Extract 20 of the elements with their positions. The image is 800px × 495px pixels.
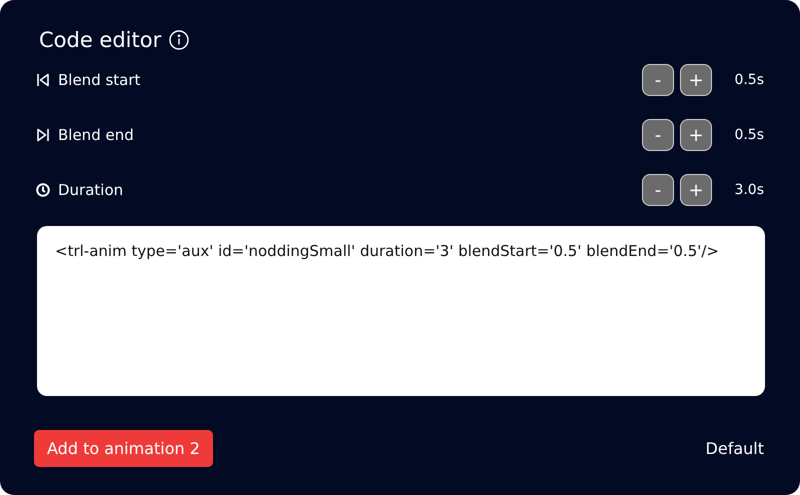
increment-button[interactable]: + xyxy=(680,119,712,151)
setting-value: 3.0s xyxy=(733,182,764,198)
setting-label: Blend end xyxy=(58,126,135,144)
decrement-button[interactable]: - xyxy=(642,64,674,96)
add-to-animation-button[interactable]: Add to animation 2 xyxy=(34,430,213,467)
increment-button[interactable]: + xyxy=(680,174,712,206)
default-link[interactable]: Default xyxy=(706,439,764,458)
decrement-button[interactable]: - xyxy=(642,174,674,206)
setting-label: Blend start xyxy=(58,71,142,89)
setting-value: 0.5s xyxy=(733,127,764,143)
setting-label: Duration xyxy=(58,181,124,199)
skip-back-icon xyxy=(36,73,50,87)
decrement-button[interactable]: - xyxy=(642,119,674,151)
increment-button[interactable]: + xyxy=(680,64,712,96)
code-field[interactable]: <trl-anim type='aux' id='noddingSmall' duration='3' blendStart='0.5' blendEnd='0.5'/> xyxy=(37,226,765,396)
skip-forward-icon xyxy=(36,128,50,142)
setting-value: 0.5s xyxy=(733,72,764,88)
clock-icon xyxy=(36,183,50,197)
panel-title: Code editor xyxy=(39,28,162,52)
info-icon[interactable] xyxy=(169,30,190,50)
